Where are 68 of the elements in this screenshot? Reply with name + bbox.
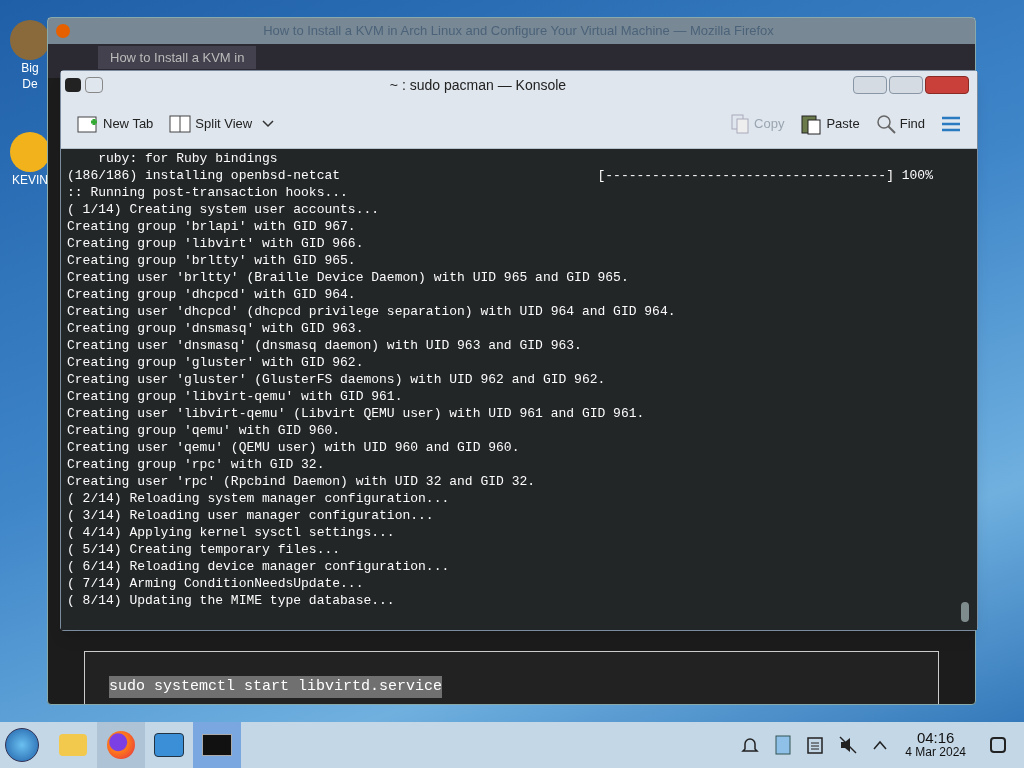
code-text: sudo systemctl start libvirtd.service xyxy=(109,675,443,698)
caret-icon xyxy=(262,119,275,128)
minimize-button[interactable] xyxy=(853,76,887,94)
paste-button[interactable]: Paste xyxy=(800,112,860,135)
terminal-line: ( 4/14) Applying kernel sysctl settings... xyxy=(67,524,395,541)
clock-date: 4 Mar 2024 xyxy=(905,745,966,760)
terminal-line: Creating group 'dnsmasq' with GID 963. xyxy=(67,320,364,337)
icon-label: Big xyxy=(21,60,39,76)
menu-button[interactable] xyxy=(941,115,961,132)
maximize-button[interactable] xyxy=(889,76,923,94)
terminal-line: Creating group 'brlapi' with GID 967. xyxy=(67,218,356,235)
scrollbar-thumb[interactable] xyxy=(961,602,969,622)
start-button[interactable] xyxy=(5,728,39,762)
progress-text: [------------------------------------] 100% xyxy=(597,167,933,184)
close-button[interactable] xyxy=(925,76,969,94)
muted-speaker-icon[interactable] xyxy=(839,736,858,754)
terminal-line: ( 5/14) Creating temporary files... xyxy=(67,541,341,558)
find-button[interactable]: Find xyxy=(875,113,925,134)
firefox-icon xyxy=(107,731,135,759)
terminal-icon xyxy=(65,78,81,92)
terminal-line: ruby: for Ruby bindings xyxy=(97,150,278,167)
search-icon xyxy=(875,113,896,134)
terminal-line: Creating user 'rpc' (Rpcbind Daemon) with UID 32 and GID 32. xyxy=(67,473,536,490)
terminal-line: Creating group 'gluster' with GID 962. xyxy=(67,354,364,371)
browser-tab[interactable]: How to Install a KVM in xyxy=(98,46,257,69)
terminal-line: Creating group 'qemu' with GID 960. xyxy=(67,422,341,439)
copy-icon xyxy=(730,112,751,135)
terminal-line: ( 6/14) Reloading device manager configuration... xyxy=(67,558,450,575)
desktop-icon[interactable] xyxy=(10,20,50,60)
terminal-line: :: Running post-transaction hooks... xyxy=(67,184,348,201)
folder-icon xyxy=(59,734,87,756)
clipboard-icon xyxy=(800,112,823,135)
icon-label: De xyxy=(22,76,38,92)
taskbar-button[interactable] xyxy=(193,722,241,768)
terminal-line: Creating group 'brltty' with GID 965. xyxy=(67,252,356,269)
terminal-line: Creating user 'gluster' (GlusterFS daemons) with UID 962 and GID 962. xyxy=(67,371,606,388)
terminal-line: Creating group 'dhcpcd' with GID 964. xyxy=(67,286,356,303)
terminal-line: Creating group 'libvirt-qemu' with GID 961. xyxy=(67,388,403,405)
clock[interactable]: 04:16 4 Mar 2024 xyxy=(905,730,966,760)
terminal-line: ( 8/14) Updating the MIME type database... xyxy=(67,592,395,609)
split-view-button[interactable]: Split View xyxy=(169,113,275,134)
terminal-line: ( 2/14) Reloading system manager configuration... xyxy=(67,490,450,507)
show-desktop-button[interactable] xyxy=(990,737,1006,753)
menu-icon xyxy=(941,115,961,132)
terminal-icon xyxy=(202,734,232,756)
monitor-icon xyxy=(154,733,184,757)
terminal-line: (186/186) installing openbsd-netcat xyxy=(67,167,342,184)
terminal-line: Creating group 'libvirt' with GID 966. xyxy=(67,235,364,252)
terminal-line: Creating user 'brltty' (Braille Device Daemon) with UID 965 and GID 965. xyxy=(67,269,629,286)
terminal-line: ( 3/14) Reloading user manager configuration... xyxy=(67,507,434,524)
chevron-up-icon[interactable] xyxy=(873,740,888,750)
terminal-line: ( 1/14) Creating system user accounts... xyxy=(67,201,380,218)
bell-icon[interactable] xyxy=(741,736,760,754)
sun-icon[interactable] xyxy=(10,132,50,172)
window-title: ~ : sudo pacman — Konsole xyxy=(388,75,568,95)
new-tab-button[interactable]: New Tab xyxy=(77,113,154,134)
new-tab-icon xyxy=(77,113,99,134)
terminal-line: Creating user 'libvirt-qemu' (Libvirt QEMU user) with UID 961 and GID 961. xyxy=(67,405,645,422)
terminal-line: Creating user 'qemu' (QEMU user) with UID 960 and GID 960. xyxy=(67,439,520,456)
icon-label: KEVIN xyxy=(12,172,48,188)
terminal-line: ( 7/14) Arming ConditionNeedsUpdate... xyxy=(67,575,364,592)
clock-time: 04:16 xyxy=(916,730,955,745)
split-view-icon xyxy=(169,113,192,134)
firefox-icon xyxy=(56,24,70,38)
terminal-line: Creating user 'dnsmasq' (dnsmasq daemon) with UID 963 and GID 963. xyxy=(67,337,582,354)
clipboard-icon[interactable] xyxy=(807,736,824,754)
terminal-line: Creating group 'rpc' with GID 32. xyxy=(67,456,325,473)
terminal-line: Creating user 'dhcpcd' (dhcpcd privilege separation) with UID 964 and GID 964. xyxy=(67,303,676,320)
